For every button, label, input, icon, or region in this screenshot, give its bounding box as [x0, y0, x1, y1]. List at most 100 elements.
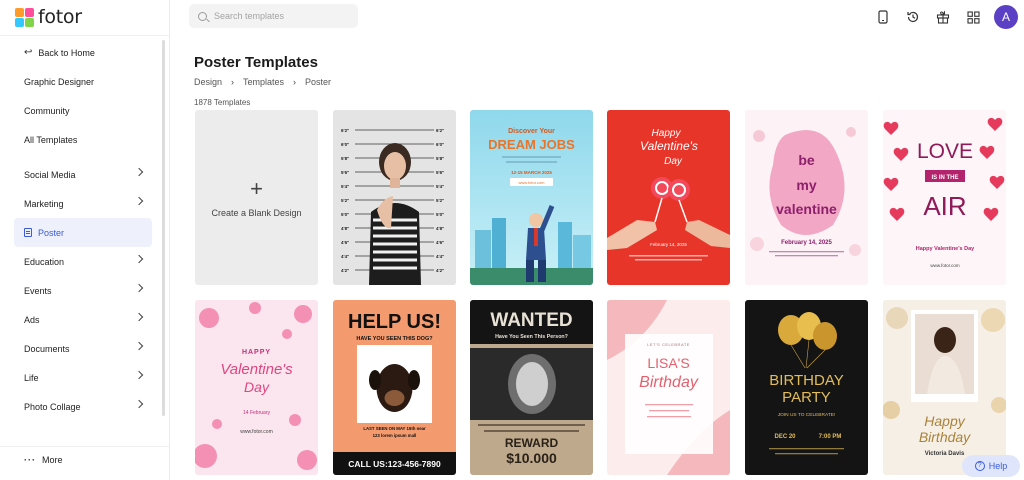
- height-mark-label: 4'4": [341, 254, 349, 259]
- sidebar-item-label: Education: [24, 256, 65, 267]
- sidebar-item-marketing[interactable]: Marketing: [14, 189, 152, 218]
- t4-w2: my: [796, 177, 816, 193]
- height-mark-label: 6'0": [341, 142, 349, 147]
- template-thumbnail: 6'2" 6'2" 6'0" 6'0" 5'8" 5'8" 5'6" 5'6" 5'4" 5'4"…: [333, 110, 456, 285]
- height-mark-label: 5'0": [341, 212, 349, 217]
- sidebar-item-life[interactable]: Life: [14, 363, 152, 392]
- t2-date: 12-15 MARCH 2025: [511, 170, 552, 175]
- t5-w1: LOVE: [917, 140, 973, 163]
- t8-sub: Have You Seen This Person?: [495, 334, 568, 340]
- template-card-lisas-birthday[interactable]: LET'S CELEBRATE LISA'S Birthday: [607, 300, 730, 475]
- template-card-happy-valentines-red[interactable]: Happy Valentine's Day February 14, 2025: [607, 110, 730, 285]
- template-card-help-us-dog[interactable]: HELP US! HAVE YOU SEEN THIS DOG? LAST SE…: [333, 300, 456, 475]
- sidebar-item-social-media[interactable]: Social Media: [14, 160, 152, 189]
- t3-script2: Valentine's: [640, 139, 698, 153]
- help-icon: ?: [974, 461, 985, 471]
- mobile-app-button[interactable]: [872, 6, 894, 28]
- sidebar-item-all-templates[interactable]: All Templates: [14, 125, 152, 154]
- sidebar-item-label: Community: [24, 105, 70, 116]
- t3-script1: Happy: [652, 128, 682, 139]
- grid-icon: [966, 10, 980, 24]
- t5-w3: AIR: [923, 191, 966, 221]
- sidebar-divider: [0, 35, 170, 36]
- t9-script: Birthday: [639, 374, 699, 391]
- chevron-right-icon: [134, 167, 144, 177]
- breadcrumb-design[interactable]: Design: [194, 77, 222, 87]
- template-card-be-my-valentine[interactable]: be my valentine February 14, 2025: [745, 110, 868, 285]
- sidebar-item-label: Photo Collage: [24, 401, 81, 412]
- help-button[interactable]: ? Help: [962, 455, 1020, 477]
- t8-title: WANTED: [490, 310, 572, 331]
- breadcrumb-templates[interactable]: Templates: [243, 77, 284, 87]
- height-mark-label: 4'6": [436, 240, 444, 245]
- t7-call: CALL US:123-456-7890: [348, 459, 441, 469]
- sidebar-item-ads[interactable]: Ads: [14, 305, 152, 334]
- chevron-right-icon: [134, 254, 144, 264]
- fotor-logo[interactable]: fotor: [15, 5, 82, 29]
- sidebar-item-label: Events: [24, 285, 52, 296]
- chevron-right-icon: [134, 370, 144, 380]
- apps-grid-button[interactable]: [962, 6, 984, 28]
- gift-button[interactable]: [932, 6, 954, 28]
- user-avatar[interactable]: A: [994, 5, 1018, 29]
- template-thumbnail: be my valentine February 14, 2025: [745, 110, 868, 285]
- help-label: Help: [988, 461, 1008, 471]
- template-card-happy-valentines-pink[interactable]: HAPPY Valentine's Day 14 February www.fo…: [195, 300, 318, 475]
- t3-script3: Day: [664, 156, 683, 167]
- t7-sub: HAVE YOU SEEN THIS DOG?: [356, 336, 433, 342]
- breadcrumb-poster: Poster: [305, 77, 332, 87]
- breadcrumb-separator-icon: ›: [231, 77, 235, 87]
- template-thumbnail: Happy Valentine's Day February 14, 2025: [607, 110, 730, 285]
- sidebar-item-photo-collage[interactable]: Photo Collage: [14, 392, 152, 421]
- mobile-icon: [878, 10, 888, 24]
- t10-w1: BIRTHDAY: [769, 372, 843, 389]
- t4-w1: be: [798, 152, 815, 168]
- template-thumbnail: LOVE IS IN THE AIR Happy Valentine's Day…: [883, 110, 1006, 285]
- page-title: Poster Templates: [194, 54, 318, 71]
- t6-url: www.fotor.com: [240, 429, 273, 435]
- template-card-happy-birthday-photo[interactable]: Happy Birthday Victoria Davis: [883, 300, 1006, 475]
- sidebar-item-community[interactable]: Community: [14, 96, 152, 125]
- sidebar-item-label: Poster: [38, 227, 65, 238]
- search-bar[interactable]: [189, 4, 358, 28]
- more-dots-icon: ···: [24, 455, 36, 465]
- height-mark-label: 5'4": [341, 184, 349, 189]
- sidebar-item-label: Life: [24, 372, 39, 383]
- sidebar-scrollbar[interactable]: [162, 40, 165, 416]
- search-icon: [198, 11, 207, 21]
- template-card-dream-jobs[interactable]: Discover Your DREAM JOBS 12-15 MARCH 202…: [470, 110, 593, 285]
- template-thumbnail: HAPPY Valentine's Day 14 February www.fo…: [195, 300, 318, 475]
- sidebar-item-education[interactable]: Education: [14, 247, 152, 276]
- height-mark-label: 5'6": [341, 170, 349, 175]
- sidebar-item-events[interactable]: Events: [14, 276, 152, 305]
- create-blank-design-card[interactable]: + Create a Blank Design: [195, 110, 318, 285]
- t11-w1: Happy: [924, 413, 965, 429]
- sidebar-item-documents[interactable]: Documents: [14, 334, 152, 363]
- template-card-wanted[interactable]: WANTED Have You Seen This Person? REWARD…: [470, 300, 593, 475]
- template-count: 1878 Templates: [194, 98, 251, 107]
- sidebar: fotor ↩ Back to Home Graphic Designer Co…: [0, 0, 170, 480]
- back-label: Back to Home: [38, 47, 95, 58]
- template-thumbnail: WANTED Have You Seen This Person? REWARD…: [470, 300, 593, 475]
- chevron-right-icon: [134, 341, 144, 351]
- template-card-love-is-in-the-air[interactable]: LOVE IS IN THE AIR Happy Valentine's Day…: [883, 110, 1006, 285]
- t2-line1: Discover Your: [508, 128, 555, 135]
- t8-reward: REWARD: [505, 436, 559, 450]
- template-card-height-chart[interactable]: 6'2" 6'2" 6'0" 6'0" 5'8" 5'8" 5'6" 5'6" 5'4" 5'4"…: [333, 110, 456, 285]
- search-input[interactable]: [214, 11, 344, 21]
- breadcrumb-separator-icon: ›: [293, 77, 297, 87]
- t6-date: 14 February: [243, 410, 270, 416]
- height-mark-label: 5'8": [436, 156, 444, 161]
- height-mark-label: 5'0": [436, 212, 444, 217]
- height-mark-label: 4'8": [436, 226, 444, 231]
- more-button[interactable]: ··· More: [24, 455, 63, 465]
- plus-icon: +: [250, 175, 263, 201]
- template-thumbnail: Happy Birthday Victoria Davis: [883, 300, 1006, 475]
- sidebar-item-poster[interactable]: Poster: [14, 218, 152, 247]
- history-button[interactable]: [902, 6, 924, 28]
- breadcrumb: Design › Templates › Poster: [194, 77, 331, 87]
- sidebar-item-graphic-designer[interactable]: Graphic Designer: [14, 67, 152, 96]
- back-to-home-link[interactable]: ↩ Back to Home: [14, 38, 152, 67]
- template-card-birthday-party[interactable]: BIRTHDAY PARTY JOIN US TO CELEBRATE! DEC…: [745, 300, 868, 475]
- height-mark-label: 6'0": [436, 142, 444, 147]
